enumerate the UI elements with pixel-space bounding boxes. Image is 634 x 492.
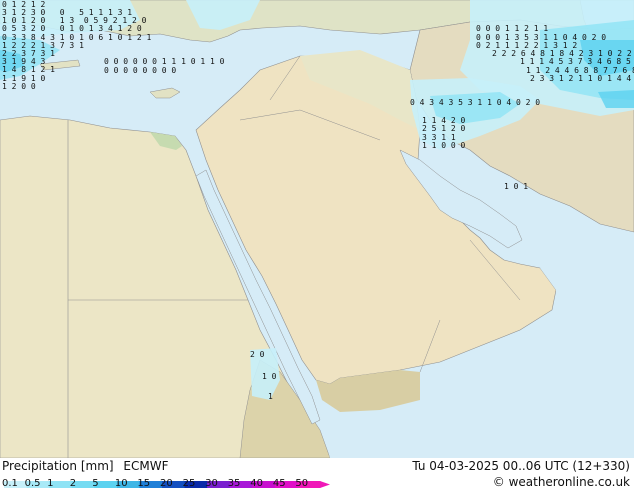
precip-label: 1 2 0 0 [2,82,36,91]
legend-tick-label: 25 [182,478,196,489]
precip-label: 1 [268,392,273,401]
precip-label: 1 0 1 [504,182,529,191]
footer-bar: Precipitation [mm] ECMWF Tu 04-03-2025 0… [0,458,634,490]
legend-tick-label: 40 [250,478,264,489]
precip-label: 0 4 3 4 3 5 3 1 1 0 4 0 2 0 [410,98,541,107]
legend-tick-label: 10 [114,478,128,489]
precip-label: 2 0 [250,350,265,359]
precip-label: 1 0 [262,372,277,381]
legend-tick-label: 2 [69,478,77,489]
legend-tick-label: 1 [47,478,54,489]
legend-tick-label: 45 [272,478,286,489]
legend-tick-label: 5 [92,478,99,489]
precip-label: 1 4 8 1 2 1 [2,65,55,74]
precip-label: 2 3 3 1 2 1 1 0 1 4 4 4 5 [530,74,632,83]
legend-tick-label: 50 [295,478,309,489]
copyright[interactable]: © weatheronline.co.uk [493,475,630,489]
precip-label: 1 1 0 0 0 [422,141,466,150]
legend-tick-label: 20 [160,478,173,489]
precip-label: 0 0 0 0 0 0 0 0 [104,66,177,75]
precip-label: 0 0 0 0 0 0 1 1 1 0 1 1 0 [104,57,225,66]
precip-label: 1 1 1 4 5 3 7 3 4 6 8 5 8 6 2 [520,57,631,66]
precip-label: 0 0 0 1 1 2 1 1 [476,24,549,33]
legend-tick-label: 15 [137,478,151,489]
legend-tick-label: 35 [227,478,241,489]
legend-ticks: 0.1 0.5 1 2 5 10 15 20 25 30 35 40 45 50 [0,458,330,490]
precip-label: 0 5 3 2 0 0 1 0 1 3 4 1 2 0 [2,24,142,33]
legend-tick-label: 0.1 [2,478,18,489]
precip-label: 2 5 1 2 0 [422,124,466,133]
precipitation-map[interactable]: 0 1 2 1 2 3 1 2 3 0 0 5 1 1 1 3 1 1 0 1 … [0,0,634,459]
legend-tick-label: 30 [205,478,218,489]
legend-tick-label: 0.5 [24,478,41,489]
forecast-datetime: Tu 04-03-2025 00..06 UTC (12+330) [412,459,630,473]
